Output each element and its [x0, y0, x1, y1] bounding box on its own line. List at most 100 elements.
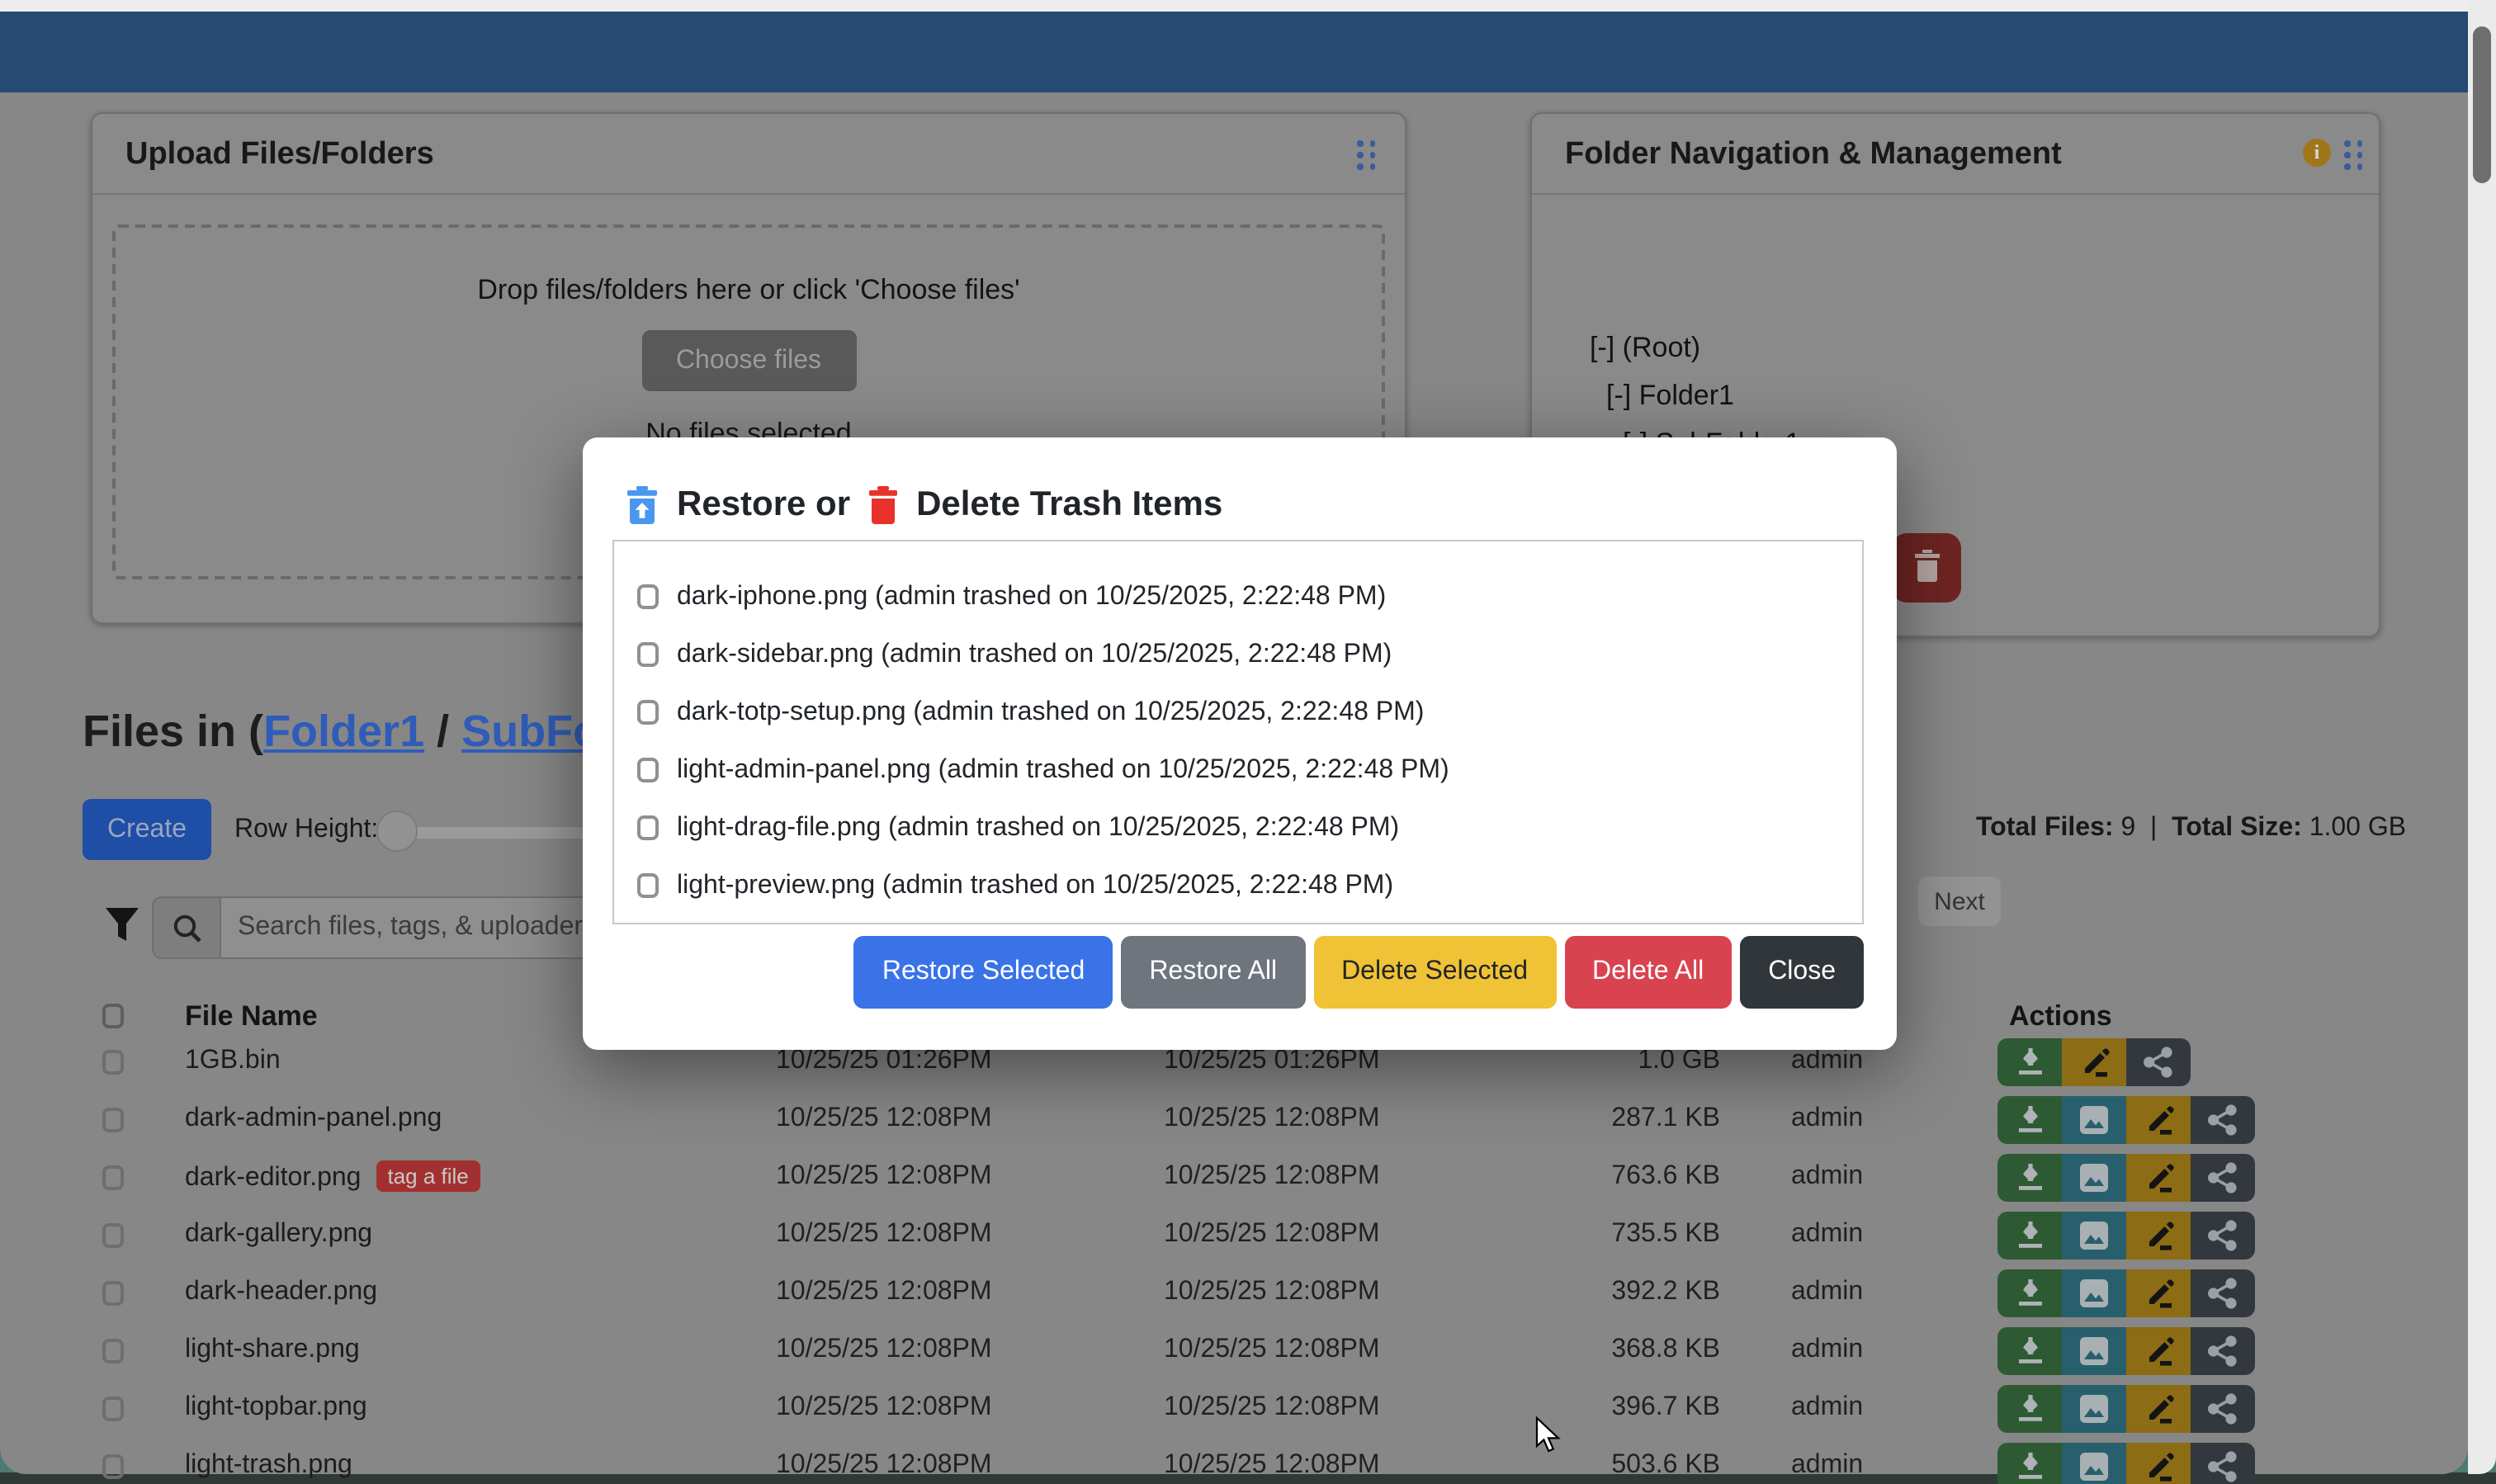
download-action-icon[interactable]: [1997, 1212, 2062, 1260]
info-icon[interactable]: i: [2303, 139, 2331, 167]
trash-modal: Restore or Delete Trash Items dark-iphon…: [583, 437, 1897, 1050]
file-name[interactable]: light-share.png: [185, 1335, 360, 1365]
download-action-icon[interactable]: [1997, 1327, 2062, 1375]
folder-tree-item[interactable]: [-] (Root): [1590, 330, 1700, 366]
download-action-icon[interactable]: [1997, 1269, 2062, 1317]
breadcrumb-folder1-link[interactable]: Folder1: [263, 707, 424, 756]
row-checkbox[interactable]: [102, 1223, 124, 1248]
file-name[interactable]: light-trash.png: [185, 1451, 352, 1481]
row-checkbox[interactable]: [102, 1397, 124, 1421]
trash-item-checkbox[interactable]: [637, 873, 659, 898]
column-file-name[interactable]: File Name: [185, 1000, 318, 1033]
preview-action-icon[interactable]: [2062, 1096, 2126, 1144]
drag-handle-icon[interactable]: [2344, 140, 2363, 169]
share-action-icon[interactable]: [2191, 1096, 2255, 1144]
mouse-cursor: [1535, 1416, 1562, 1463]
share-action-icon[interactable]: [2191, 1154, 2255, 1202]
edit-action-icon[interactable]: [2062, 1038, 2126, 1086]
uploader: admin: [1791, 1104, 1863, 1134]
trash-item[interactable]: light-admin-panel.png (admin trashed on …: [614, 741, 1862, 799]
trash-item[interactable]: light-drag-file.png (admin trashed on 10…: [614, 799, 1862, 857]
file-size: 503.6 KB: [1453, 1451, 1720, 1481]
folder-tree-item[interactable]: [-] Folder1: [1606, 378, 1734, 414]
tag-badge[interactable]: tag a file: [376, 1160, 480, 1192]
preview-action-icon[interactable]: [2062, 1385, 2126, 1433]
scrollbar-track[interactable]: [2468, 0, 2496, 1474]
share-action-icon[interactable]: [2126, 1038, 2191, 1086]
edit-action-icon[interactable]: [2126, 1269, 2191, 1317]
select-all-checkbox[interactable]: [102, 1004, 124, 1028]
table-row: dark-admin-panel.png 10/25/25 12:08PM 10…: [83, 1091, 2380, 1149]
modal-buttons: Restore SelectedRestore AllDelete Select…: [854, 936, 1864, 1009]
date-modified: 10/25/25 12:08PM: [776, 1104, 992, 1134]
file-name[interactable]: dark-header.png: [185, 1278, 377, 1307]
row-checkbox[interactable]: [102, 1165, 124, 1190]
edit-action-icon[interactable]: [2126, 1212, 2191, 1260]
download-action-icon[interactable]: [1997, 1038, 2062, 1086]
table-row: dark-header.png 10/25/25 12:08PM 10/25/2…: [83, 1264, 2380, 1322]
trash-item[interactable]: dark-sidebar.png (admin trashed on 10/25…: [614, 626, 1862, 683]
share-action-icon[interactable]: [2191, 1212, 2255, 1260]
trash-item-checkbox[interactable]: [637, 700, 659, 725]
trash-item-label: light-drag-file.png (admin trashed on 10…: [677, 813, 1399, 843]
row-checkbox[interactable]: [102, 1050, 124, 1075]
file-name[interactable]: light-topbar.png: [185, 1393, 367, 1423]
delete-trash-icon: [868, 485, 898, 525]
download-action-icon[interactable]: [1997, 1385, 2062, 1433]
delete-all-button[interactable]: Delete All: [1564, 936, 1732, 1009]
edit-action-icon[interactable]: [2126, 1096, 2191, 1144]
trash-item-label: dark-sidebar.png (admin trashed on 10/25…: [677, 640, 1392, 669]
row-checkbox[interactable]: [102, 1454, 124, 1479]
uploader: admin: [1791, 1278, 1863, 1307]
row-checkbox[interactable]: [102, 1339, 124, 1363]
scrollbar-thumb[interactable]: [2473, 26, 2491, 183]
file-name[interactable]: dark-admin-panel.png: [185, 1104, 442, 1134]
preview-action-icon[interactable]: [2062, 1212, 2126, 1260]
preview-action-icon[interactable]: [2062, 1269, 2126, 1317]
trash-item-checkbox[interactable]: [637, 758, 659, 782]
date-modified: 10/25/25 12:08PM: [776, 1335, 992, 1365]
close-button[interactable]: Close: [1740, 936, 1864, 1009]
row-height-slider-thumb[interactable]: [376, 811, 418, 852]
create-button[interactable]: Create: [83, 799, 211, 860]
filter-icon[interactable]: [104, 906, 140, 951]
file-name[interactable]: dark-gallery.png: [185, 1220, 372, 1250]
preview-action-icon[interactable]: [2062, 1443, 2126, 1484]
trash-item-checkbox[interactable]: [637, 584, 659, 609]
restore-selected-button[interactable]: Restore Selected: [854, 936, 1113, 1009]
upload-date: 10/25/25 12:08PM: [1164, 1335, 1380, 1365]
table-row: light-share.png 10/25/25 12:08PM 10/25/2…: [83, 1322, 2380, 1380]
delete-selected-button[interactable]: Delete Selected: [1313, 936, 1556, 1009]
restore-all-button[interactable]: Restore All: [1121, 936, 1305, 1009]
preview-action-icon[interactable]: [2062, 1154, 2126, 1202]
choose-files-button[interactable]: Choose files: [641, 330, 856, 391]
download-action-icon[interactable]: [1997, 1154, 2062, 1202]
row-actions: [1997, 1327, 2255, 1375]
edit-action-icon[interactable]: [2126, 1443, 2191, 1484]
uploader: admin: [1791, 1393, 1863, 1423]
download-action-icon[interactable]: [1997, 1096, 2062, 1144]
row-actions: [1997, 1154, 2255, 1202]
trash-item-checkbox[interactable]: [637, 642, 659, 667]
next-page-button[interactable]: Next: [1918, 877, 2001, 926]
trash-item[interactable]: light-preview.png (admin trashed on 10/2…: [614, 857, 1862, 915]
row-checkbox[interactable]: [102, 1108, 124, 1132]
file-name[interactable]: 1GB.bin: [185, 1047, 281, 1076]
folder-trash-button[interactable]: [1892, 533, 1961, 603]
edit-action-icon[interactable]: [2126, 1385, 2191, 1433]
upload-panel-title: Upload Files/Folders: [125, 137, 434, 173]
row-checkbox[interactable]: [102, 1281, 124, 1306]
trash-item[interactable]: dark-totp-setup.png (admin trashed on 10…: [614, 683, 1862, 741]
share-action-icon[interactable]: [2191, 1269, 2255, 1317]
trash-item-checkbox[interactable]: [637, 815, 659, 840]
share-action-icon[interactable]: [2191, 1385, 2255, 1433]
preview-action-icon[interactable]: [2062, 1327, 2126, 1375]
edit-action-icon[interactable]: [2126, 1327, 2191, 1375]
drag-handle-icon[interactable]: [1357, 140, 1376, 169]
edit-action-icon[interactable]: [2126, 1154, 2191, 1202]
share-action-icon[interactable]: [2191, 1327, 2255, 1375]
share-action-icon[interactable]: [2191, 1443, 2255, 1484]
download-action-icon[interactable]: [1997, 1443, 2062, 1484]
trash-item[interactable]: dark-iphone.png (admin trashed on 10/25/…: [614, 568, 1862, 626]
file-name[interactable]: dark-editor.pngtag a file: [185, 1162, 480, 1193]
